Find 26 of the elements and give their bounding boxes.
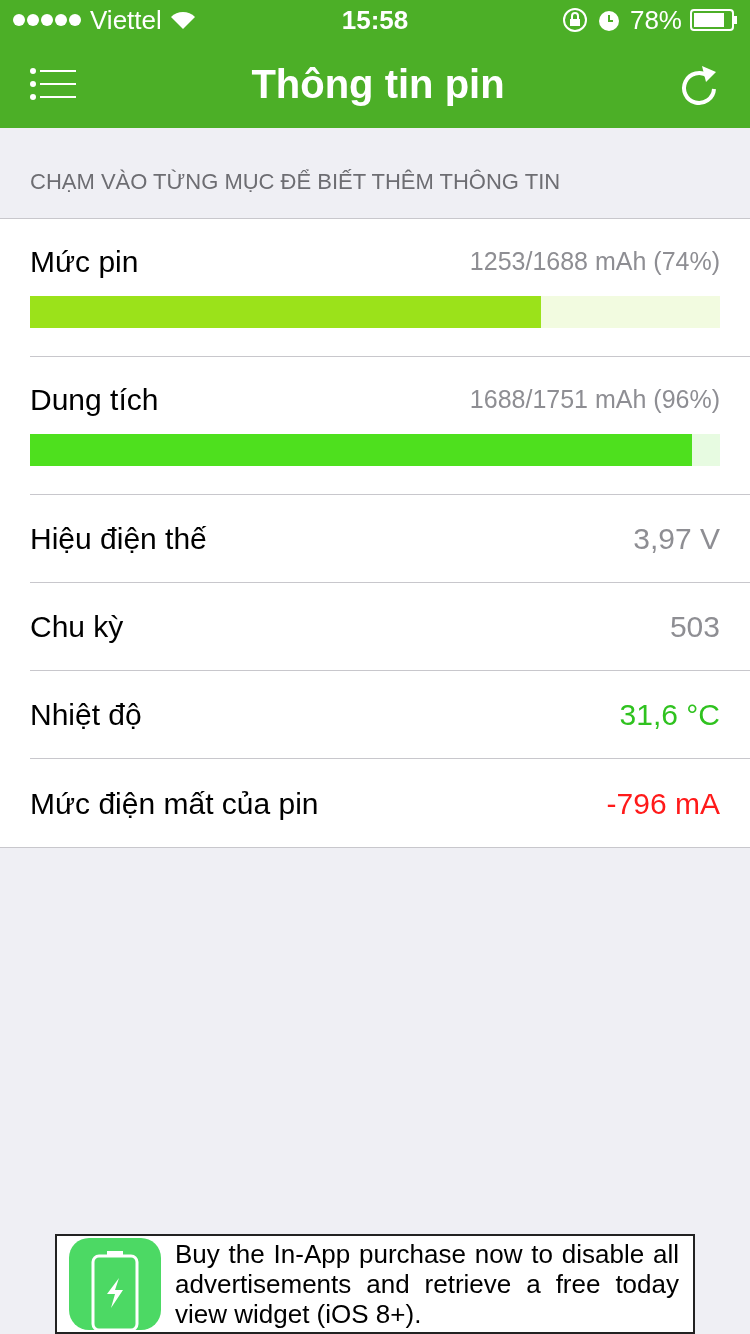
- row-label: Mức pin: [30, 244, 139, 280]
- row-label: Hiệu điện thế: [30, 521, 207, 557]
- row-value: 31,6 °C: [619, 697, 720, 733]
- nav-title: Thông tin pin: [251, 61, 505, 108]
- ad-banner[interactable]: Buy the In-App purchase now to disable all advertisements and retrieve a free today view widget (iOS 8+).: [55, 1234, 695, 1334]
- menu-button[interactable]: [30, 68, 76, 100]
- row-value: 1253/1688 mAh (74%): [469, 245, 720, 277]
- clock: 15:58: [341, 3, 409, 37]
- row-label: Nhiệt độ: [30, 697, 142, 733]
- wifi-icon: [169, 10, 196, 30]
- row-value: -796 mA: [606, 785, 720, 822]
- row-label: Dung tích: [30, 382, 159, 418]
- row-value: 1688/1751 mAh (96%): [469, 383, 720, 415]
- carrier: Viettel: [90, 3, 162, 37]
- rotation-lock-icon: [561, 7, 588, 33]
- ad-text: Buy the In-App purchase now to disable all advertisements and retrieve a free today view widget (iOS 8+).: [175, 1239, 679, 1329]
- battery-app-icon: [69, 1238, 161, 1330]
- battery-percent: 78%: [629, 3, 682, 37]
- signal-icon: [12, 13, 82, 27]
- row-value: 503: [669, 609, 720, 645]
- row-value: 3,97 V: [633, 521, 720, 557]
- row-label: Chu kỳ: [30, 609, 124, 645]
- section-header: CHẠM VÀO TỪNG MỤC ĐỂ BIẾT THÊM THÔNG TIN: [30, 168, 561, 196]
- battery-icon: [690, 9, 738, 31]
- menu-icon: [30, 68, 76, 100]
- row-label: Mức điện mất của pin: [30, 785, 319, 822]
